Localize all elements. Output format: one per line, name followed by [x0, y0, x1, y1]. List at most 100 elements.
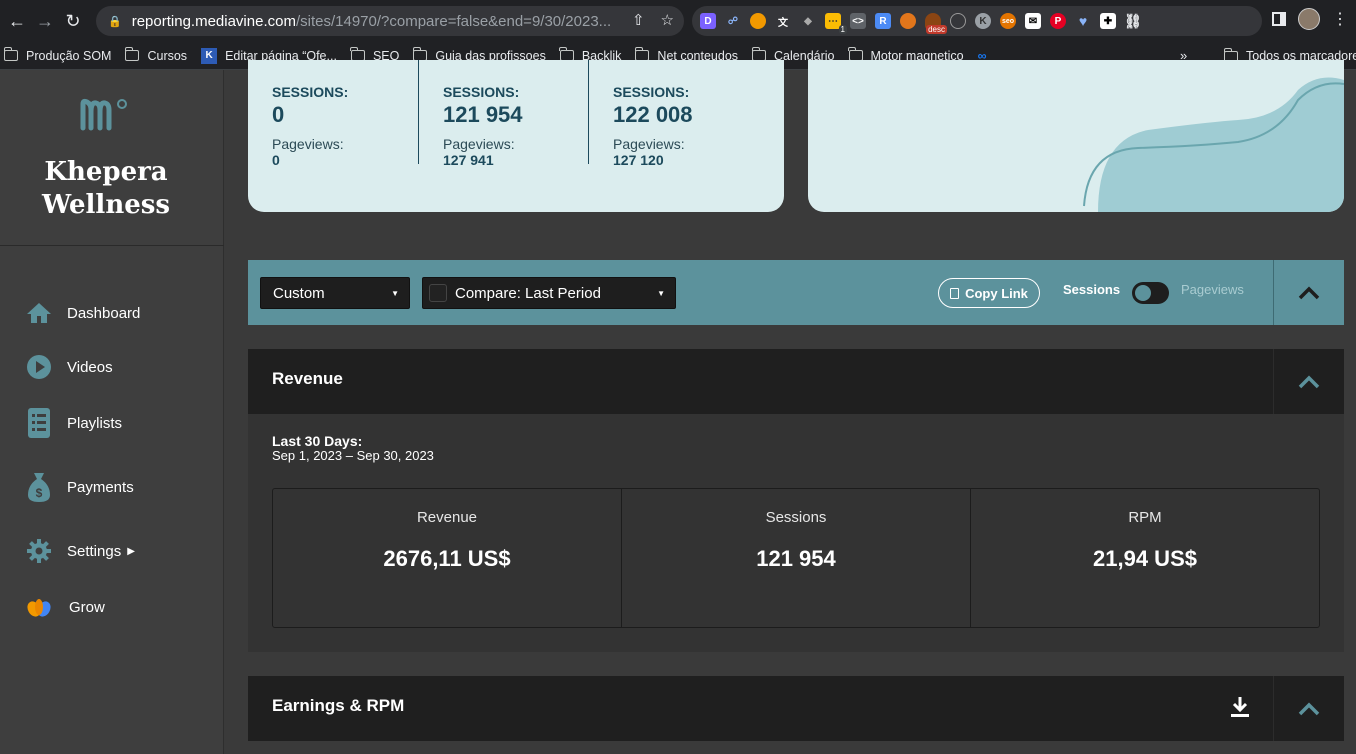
extension-d-icon[interactable]: D [700, 13, 716, 29]
sidebar-item-label: Videos [67, 358, 113, 376]
kpi-sessions: Sessions 121 954 [622, 489, 971, 627]
summary-column: SESSIONS: 0 Pageviews: 0 [272, 74, 348, 176]
bookmark-item[interactable]: Produção SOM [3, 47, 111, 63]
menu-kebab-icon[interactable]: ⋮ [1332, 9, 1348, 29]
pinterest-icon[interactable]: P [1050, 13, 1066, 29]
wave-illustration [1083, 77, 1344, 212]
sidebar-item-label: Grow [69, 598, 105, 616]
sidebar: Khepera Wellness Dashboard Videos Playli… [0, 70, 224, 754]
color-swatch [429, 284, 447, 302]
back-icon[interactable]: ← [6, 10, 28, 32]
sidebar-item-settings[interactable]: Settings ▶ [26, 538, 135, 564]
sidebar-item-label: Playlists [67, 414, 123, 432]
url-host: reporting.mediavine.com [131, 12, 296, 30]
copy-link-button[interactable]: Copy Link [938, 278, 1040, 308]
brand-name[interactable]: Khepera Wellness [0, 156, 212, 222]
sidebar-item-grow[interactable]: Grow [26, 594, 105, 620]
bookmark-item[interactable]: Cursos [124, 47, 187, 63]
browser-toolbar: ← → ↻ 🔒 reporting.mediavine.com /sites/1… [0, 0, 1356, 42]
collapse-revenue-button[interactable] [1273, 349, 1344, 414]
earnings-panel-header: Earnings & RPM [248, 676, 1344, 741]
collapse-filters-button[interactable] [1273, 260, 1344, 325]
folder-icon [124, 47, 140, 61]
kpi-value: 2676,11 US$ [383, 546, 511, 571]
filter-bar: Custom ▼ Compare: Last Period ▼ Copy Lin… [248, 260, 1344, 325]
forward-icon[interactable]: → [34, 10, 56, 32]
url-path: /sites/14970/?compare=false&end=9/30/202… [295, 12, 612, 30]
sidepanel-icon[interactable] [1272, 12, 1286, 26]
download-icon[interactable] [1230, 696, 1250, 723]
sidebar-item-label: Payments [67, 478, 134, 496]
extension-sticky-icon[interactable]: ⋯ 1 [825, 13, 847, 34]
period-range: Sep 1, 2023 – Sep 30, 2023 [272, 448, 434, 463]
extension-seo-icon[interactable]: seo [1000, 13, 1016, 29]
column-divider [418, 60, 419, 164]
pageviews-value: 0 [272, 152, 280, 168]
toggle-sessions-label: Sessions [1063, 282, 1121, 297]
panel-title: Earnings & RPM [272, 696, 405, 715]
period-title: Last 30 Days: [272, 433, 363, 449]
summary-card: SESSIONS: 0 Pageviews: 0 SESSIONS: 121 9… [248, 60, 784, 212]
kpi-label: Revenue [416, 509, 478, 526]
sidebar-item-label: Settings [67, 542, 122, 560]
list-icon [26, 408, 52, 438]
pageviews-label: Pageviews: [272, 136, 344, 152]
pageviews-label: Pageviews: [443, 136, 515, 152]
pageviews-value: 127 941 [443, 152, 494, 168]
lock-icon: 🔒 [108, 15, 122, 28]
extension-heart-icon[interactable]: ♥ [1075, 13, 1091, 29]
money-bag-icon: $ [26, 473, 52, 502]
compare-select[interactable]: Compare: Last Period ▼ [422, 277, 676, 309]
sidebar-item-payments[interactable]: $ Payments [26, 473, 134, 502]
extension-mail-icon[interactable]: ✉ [1025, 13, 1041, 29]
collapse-earnings-button[interactable] [1273, 676, 1344, 741]
reload-icon[interactable]: ↻ [62, 10, 84, 32]
date-range-select[interactable]: Custom ▼ [260, 277, 410, 309]
brand-line-2: Wellness [41, 190, 171, 220]
extension-k-icon[interactable]: K [975, 13, 991, 29]
sidebar-item-videos[interactable]: Videos [26, 354, 113, 380]
kpi-value: 21,94 US$ [1093, 546, 1197, 571]
extensions-menu-icon[interactable]: ⛓ [1124, 13, 1142, 29]
extension-notes-icon[interactable]: ✚ [1100, 13, 1116, 29]
chevron-up-icon [1298, 702, 1320, 715]
address-bar[interactable]: 🔒 reporting.mediavine.com /sites/14970/?… [96, 6, 684, 36]
brand-line-1: Khepera [44, 157, 168, 187]
revenue-panel-body: Last 30 Days: Sep 1, 2023 – Sep 30, 2023… [248, 414, 1344, 652]
sessions-label: SESSIONS: [613, 84, 690, 100]
sidebar-item-dashboard[interactable]: Dashboard [26, 300, 140, 326]
play-icon [26, 354, 52, 380]
chevron-up-icon [1298, 375, 1320, 388]
kpi-grid: Revenue 2676,11 US$ Sessions 121 954 RPM… [272, 488, 1320, 628]
extension-puzzle-icon[interactable]: ◆ [800, 13, 816, 29]
bookmark-star-icon[interactable]: ☆ [661, 11, 674, 29]
kpi-label: Sessions [765, 509, 827, 526]
grow-logo-icon [26, 594, 52, 620]
toggle-pageviews-label: Pageviews [1181, 282, 1244, 297]
extensions-bar: D ☍ 文 ◆ ⋯ 1 <> R desc K seo ✉ P ♥ ✚ ⛓ [692, 6, 1262, 36]
compare-value: Compare: Last Period [455, 284, 601, 302]
caret-right-icon: ▶ [127, 545, 135, 557]
extension-moon-icon[interactable] [750, 13, 766, 29]
extension-translate-icon[interactable]: 文 [775, 13, 791, 29]
kpi-rpm: RPM 21,94 US$ [971, 489, 1319, 627]
extension-compass-icon[interactable] [950, 13, 966, 29]
sessions-pageviews-toggle[interactable] [1132, 282, 1169, 304]
kpi-revenue: Revenue 2676,11 US$ [273, 489, 622, 627]
extension-fox-icon[interactable] [900, 13, 916, 29]
profile-avatar[interactable] [1298, 8, 1320, 30]
extension-code-icon[interactable]: <> [850, 13, 866, 29]
extension-desc-icon[interactable]: desc [925, 13, 947, 34]
decorative-card [808, 60, 1344, 212]
folder-icon [3, 47, 18, 61]
pageviews-value: 127 120 [613, 152, 664, 168]
extension-shield-icon[interactable]: R [875, 13, 891, 29]
extension-link-icon[interactable]: ☍ [725, 13, 741, 29]
sessions-value: 122 008 [613, 102, 693, 127]
sidebar-item-playlists[interactable]: Playlists [26, 408, 123, 438]
share-icon[interactable]: ⇧ [632, 11, 645, 29]
k-favicon-icon: K [201, 47, 218, 64]
summary-column: SESSIONS: 122 008 Pageviews: 127 120 [613, 74, 693, 176]
pageviews-label: Pageviews: [613, 136, 685, 152]
kpi-value: 121 954 [756, 546, 836, 571]
